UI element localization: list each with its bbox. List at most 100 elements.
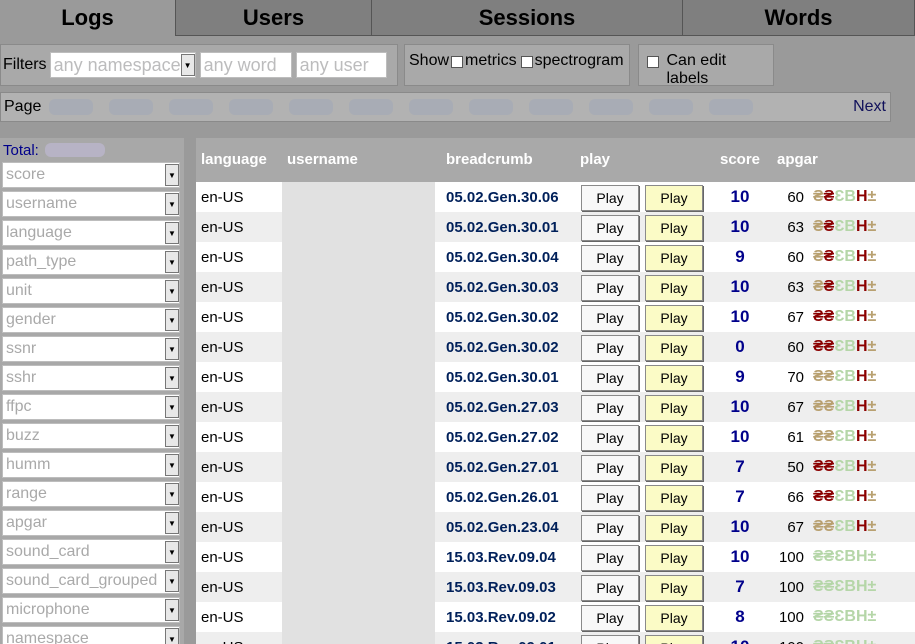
play-button[interactable]: Play bbox=[581, 545, 639, 571]
table-row[interactable]: en-US 05.02.Gen.23.04 Play Play 10 67 ₴ ₴ Ɛ B H ± bbox=[196, 512, 915, 542]
play-button-alt[interactable]: Play bbox=[645, 605, 703, 631]
user-input[interactable]: any user bbox=[295, 52, 387, 78]
play-button-alt[interactable]: Play bbox=[645, 365, 703, 391]
col-score[interactable]: score bbox=[720, 151, 760, 168]
table-row[interactable]: en-US 05.02.Gen.30.04 Play Play 9 60 ₴ ₴ Ɛ B H ± bbox=[196, 242, 915, 272]
play-button[interactable]: Play bbox=[581, 605, 639, 631]
col-apgar[interactable]: apgar bbox=[777, 151, 818, 168]
play-button-alt[interactable]: Play bbox=[645, 425, 703, 451]
chevron-down-icon[interactable]: ▼ bbox=[180, 54, 195, 76]
facet-select[interactable]: sound_card_grouped ▼ bbox=[2, 568, 180, 594]
facet-select[interactable]: humm ▼ bbox=[2, 452, 180, 478]
table-row[interactable]: en-US 05.02.Gen.30.06 Play Play 10 60 ₴ ₴ Ɛ B H ± bbox=[196, 182, 915, 212]
play-button[interactable]: Play bbox=[581, 515, 639, 541]
breadcrumb-link[interactable]: 05.02.Gen.30.02 bbox=[446, 332, 559, 362]
chevron-down-icon[interactable]: ▼ bbox=[165, 338, 179, 360]
chevron-down-icon[interactable]: ▼ bbox=[165, 164, 179, 186]
play-button[interactable]: Play bbox=[581, 365, 639, 391]
facet-select[interactable]: range ▼ bbox=[2, 481, 180, 507]
play-button-alt[interactable]: Play bbox=[645, 545, 703, 571]
play-button-alt[interactable]: Play bbox=[645, 395, 703, 421]
breadcrumb-link[interactable]: 05.02.Gen.30.03 bbox=[446, 272, 559, 302]
chevron-down-icon[interactable]: ▼ bbox=[165, 309, 179, 331]
play-button[interactable]: Play bbox=[581, 305, 639, 331]
chevron-down-icon[interactable]: ▼ bbox=[165, 512, 179, 534]
play-button-alt[interactable]: Play bbox=[645, 515, 703, 541]
play-button-alt[interactable]: Play bbox=[645, 455, 703, 481]
table-row[interactable]: en-US 15.03.Rev.09.03 Play Play 7 100 ₴ ₴ Ɛ B H ± bbox=[196, 572, 915, 602]
page-link[interactable] bbox=[529, 99, 574, 115]
spectrogram-checkbox[interactable] bbox=[520, 56, 533, 68]
facet-select[interactable]: namespace ▼ bbox=[2, 626, 180, 644]
chevron-down-icon[interactable]: ▼ bbox=[165, 599, 179, 621]
chevron-down-icon[interactable]: ▼ bbox=[165, 396, 179, 418]
facet-select[interactable]: unit ▼ bbox=[2, 278, 180, 304]
play-button-alt[interactable]: Play bbox=[645, 335, 703, 361]
breadcrumb-link[interactable]: 05.02.Gen.26.01 bbox=[446, 482, 559, 512]
facet-select[interactable]: sshr ▼ bbox=[2, 365, 180, 391]
play-button-alt[interactable]: Play bbox=[645, 485, 703, 511]
breadcrumb-link[interactable]: 05.02.Gen.30.06 bbox=[446, 182, 559, 212]
facet-select[interactable]: username ▼ bbox=[2, 191, 180, 217]
play-button-alt[interactable]: Play bbox=[645, 275, 703, 301]
table-row[interactable]: en-US 15.03.Rev.09.02 Play Play 8 100 ₴ ₴ Ɛ B H ± bbox=[196, 602, 915, 632]
chevron-down-icon[interactable]: ▼ bbox=[165, 425, 179, 447]
page-link[interactable] bbox=[109, 99, 154, 115]
facet-select[interactable]: apgar ▼ bbox=[2, 510, 180, 536]
table-row[interactable]: en-US 05.02.Gen.27.02 Play Play 10 61 ₴ ₴ Ɛ B H ± bbox=[196, 422, 915, 452]
edit-labels-checkbox[interactable] bbox=[647, 56, 659, 68]
table-row[interactable]: en-US 05.02.Gen.27.01 Play Play 7 50 ₴ ₴ Ɛ B H ± bbox=[196, 452, 915, 482]
col-play[interactable]: play bbox=[580, 151, 610, 168]
table-row[interactable]: en-US 05.02.Gen.30.02 Play Play 10 67 ₴ ₴ Ɛ B H ± bbox=[196, 302, 915, 332]
page-link[interactable] bbox=[649, 99, 694, 115]
namespace-select[interactable]: any namespace ▼ bbox=[49, 52, 196, 78]
col-language[interactable]: language bbox=[201, 151, 267, 168]
facet-select[interactable]: language ▼ bbox=[2, 220, 180, 246]
facet-select[interactable]: ffpc ▼ bbox=[2, 394, 180, 420]
breadcrumb-link[interactable]: 05.02.Gen.23.04 bbox=[446, 512, 559, 542]
play-button[interactable]: Play bbox=[581, 245, 639, 271]
table-row[interactable]: en-US 05.02.Gen.30.01 Play Play 9 70 ₴ ₴ Ɛ B H ± bbox=[196, 362, 915, 392]
breadcrumb-link[interactable]: 05.02.Gen.27.03 bbox=[446, 392, 559, 422]
play-button[interactable]: Play bbox=[581, 635, 639, 644]
chevron-down-icon[interactable]: ▼ bbox=[165, 367, 179, 389]
page-link[interactable] bbox=[409, 99, 454, 115]
play-button[interactable]: Play bbox=[581, 185, 639, 211]
play-button[interactable]: Play bbox=[581, 335, 639, 361]
facet-select[interactable]: buzz ▼ bbox=[2, 423, 180, 449]
table-row[interactable]: en-US 05.02.Gen.30.02 Play Play 0 60 ₴ ₴ Ɛ B H ± bbox=[196, 332, 915, 362]
breadcrumb-link[interactable]: 05.02.Gen.30.01 bbox=[446, 212, 559, 242]
breadcrumb-link[interactable]: 15.03.Rev.09.03 bbox=[446, 572, 556, 602]
page-link[interactable] bbox=[49, 99, 94, 115]
chevron-down-icon[interactable]: ▼ bbox=[165, 570, 179, 592]
play-button[interactable]: Play bbox=[581, 575, 639, 601]
play-button-alt[interactable]: Play bbox=[645, 245, 703, 271]
chevron-down-icon[interactable]: ▼ bbox=[165, 454, 179, 476]
facet-select[interactable]: score ▼ bbox=[2, 162, 180, 188]
play-button-alt[interactable]: Play bbox=[645, 185, 703, 211]
facet-select[interactable]: sound_card ▼ bbox=[2, 539, 180, 565]
play-button[interactable]: Play bbox=[581, 455, 639, 481]
breadcrumb-link[interactable]: 05.02.Gen.27.02 bbox=[446, 422, 559, 452]
tab-logs[interactable]: Logs bbox=[0, 0, 176, 36]
facet-select[interactable]: path_type ▼ bbox=[2, 249, 180, 275]
page-link[interactable] bbox=[289, 99, 334, 115]
chevron-down-icon[interactable]: ▼ bbox=[165, 280, 179, 302]
breadcrumb-link[interactable]: 05.02.Gen.30.01 bbox=[446, 362, 559, 392]
table-row[interactable]: en-US15.03.Rev.09.01PlayPlay10100₴₴ƐBH± bbox=[196, 632, 915, 644]
play-button-alt[interactable]: Play bbox=[645, 305, 703, 331]
play-button[interactable]: Play bbox=[581, 215, 639, 241]
word-input[interactable]: any word bbox=[199, 52, 292, 78]
next-page-link[interactable]: Next bbox=[853, 98, 890, 116]
breadcrumb-link[interactable]: 15.03.Rev.09.02 bbox=[446, 602, 556, 632]
col-breadcrumb[interactable]: breadcrumb bbox=[446, 151, 533, 168]
chevron-down-icon[interactable]: ▼ bbox=[165, 541, 179, 563]
col-username[interactable]: username bbox=[287, 151, 358, 168]
play-button[interactable]: Play bbox=[581, 485, 639, 511]
tab-words[interactable]: Words bbox=[683, 0, 915, 36]
play-button-alt[interactable]: Play bbox=[645, 575, 703, 601]
play-button-alt[interactable]: Play bbox=[645, 635, 703, 644]
table-row[interactable]: en-US 15.03.Rev.09.04 Play Play 10 100 ₴ ₴ Ɛ B H ± bbox=[196, 542, 915, 572]
table-row[interactable]: en-US 05.02.Gen.30.03 Play Play 10 63 ₴ ₴ Ɛ B H ± bbox=[196, 272, 915, 302]
facet-select[interactable]: ssnr ▼ bbox=[2, 336, 180, 362]
